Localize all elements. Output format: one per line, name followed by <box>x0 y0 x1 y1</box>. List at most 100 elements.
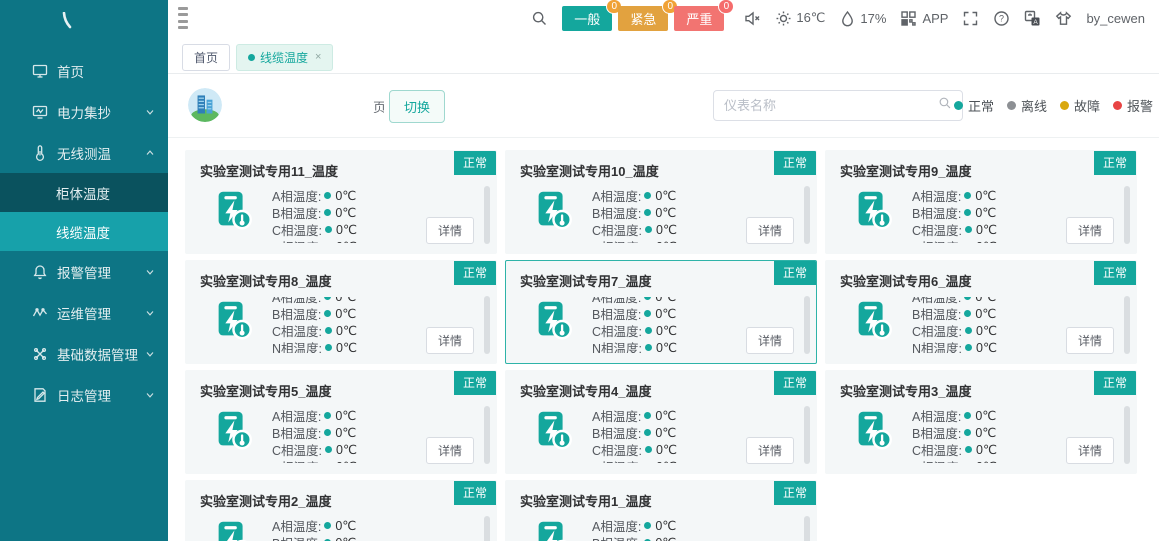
detail-button[interactable]: 详情 <box>746 437 794 464</box>
phase-temperature-line: C相温度:0℃ <box>912 322 997 339</box>
phase-label: N相温度: <box>592 457 642 463</box>
phase-lines-viewport[interactable]: A相温度:0℃B相温度:0℃C相温度:0℃N相温度:0℃ <box>272 187 357 243</box>
device-thermometer-icon <box>210 297 256 343</box>
alert-button-2[interactable]: 严重0 <box>674 6 724 31</box>
collapse-menu-icon[interactable] <box>178 7 190 29</box>
phase-temperature-line: A相温度:0℃ <box>592 187 677 204</box>
device-name: 实验室测试专用6_温度 <box>840 271 1122 290</box>
sidebar-item-2[interactable]: 无线测温 <box>0 132 168 173</box>
phase-status-dot <box>324 310 331 317</box>
card-scrollbar[interactable] <box>804 516 810 541</box>
device-card[interactable]: 实验室测试专用5_温度正常A相温度:0℃B相温度:0℃C相温度:0℃N相温度:0… <box>185 370 497 474</box>
sidebar-item-6[interactable]: 日志管理 <box>0 374 168 415</box>
sidebar-item-3[interactable]: 报警管理 <box>0 251 168 292</box>
device-card[interactable]: 实验室测试专用3_温度正常A相温度:0℃B相温度:0℃C相温度:0℃N相温度:0… <box>825 370 1137 474</box>
translate-icon[interactable]: A <box>1024 10 1041 27</box>
alert-button-1[interactable]: 紧急0 <box>618 6 668 31</box>
sidebar-meter-icon <box>32 104 48 120</box>
detail-button[interactable]: 详情 <box>426 327 474 354</box>
mute-speaker-icon[interactable] <box>744 10 761 27</box>
device-card[interactable]: 实验室测试专用9_温度正常A相温度:0℃B相温度:0℃C相温度:0℃N相温度:0… <box>825 150 1137 254</box>
card-scrollbar[interactable] <box>484 296 490 354</box>
detail-button[interactable]: 详情 <box>746 217 794 244</box>
card-scrollbar[interactable] <box>804 296 810 354</box>
card-scrollbar[interactable] <box>804 186 810 244</box>
cards-grid: 实验室测试专用11_温度正常A相温度:0℃B相温度:0℃C相温度:0℃N相温度:… <box>185 150 1159 541</box>
help-icon[interactable]: ? <box>993 10 1010 27</box>
detail-button[interactable]: 详情 <box>746 327 794 354</box>
detail-button[interactable]: 详情 <box>426 437 474 464</box>
sidebar-subitem-2-0[interactable]: 柜体温度 <box>0 173 168 212</box>
tab-0[interactable]: 首页 <box>182 44 230 71</box>
phase-status-dot <box>325 226 332 233</box>
humidity-indicator: 17% <box>839 10 886 27</box>
detail-button[interactable]: 详情 <box>1066 217 1114 244</box>
device-thermometer-icon <box>850 187 896 233</box>
alert-button-0[interactable]: 一般0 <box>562 6 612 31</box>
detail-button[interactable]: 详情 <box>1066 437 1114 464</box>
device-card[interactable]: 实验室测试专用6_温度正常A相温度:0℃B相温度:0℃C相温度:0℃N相温度:0… <box>825 260 1137 364</box>
device-card[interactable]: 实验室测试专用4_温度正常A相温度:0℃B相温度:0℃C相温度:0℃N相温度:0… <box>505 370 817 474</box>
tab-close-icon[interactable]: × <box>315 52 321 63</box>
phase-value: 0℃ <box>655 297 676 304</box>
sidebar-item-5[interactable]: 基础数据管理 <box>0 333 168 374</box>
detail-button[interactable]: 详情 <box>1066 327 1114 354</box>
meter-search-input[interactable] <box>724 98 938 113</box>
card-scrollbar[interactable] <box>1124 296 1130 354</box>
sidebar-bell-icon <box>32 264 48 280</box>
sidebar-pulse-icon <box>32 305 48 321</box>
fullscreen-icon[interactable] <box>962 10 979 27</box>
input-search-icon[interactable] <box>938 96 952 115</box>
phase-lines-viewport[interactable]: A相温度:0℃B相温度:0℃C相温度:0℃N相温度:0℃ <box>912 297 997 353</box>
switch-station-button[interactable]: 切换 <box>389 90 445 123</box>
phase-lines-viewport[interactable]: A相温度:0℃B相温度:0℃C相温度:0℃N相温度:0℃ <box>272 407 357 463</box>
device-name: 实验室测试专用3_温度 <box>840 381 1122 400</box>
phase-lines-viewport[interactable]: A相温度:0℃B相温度:0℃C相温度:0℃N相温度:0℃ <box>592 407 677 463</box>
chevron-up-icon <box>144 147 156 159</box>
sidebar-item-0[interactable]: 首页 <box>0 50 168 91</box>
phase-temperature-line: N相温度:0℃ <box>272 458 357 463</box>
phase-temperature-line: B相温度:0℃ <box>272 305 357 322</box>
temperature-value: 16℃ <box>796 10 825 26</box>
phase-lines-viewport[interactable]: A相温度:0℃B相温度:0℃C相温度:0℃N相温度:0℃ <box>592 297 677 353</box>
card-scrollbar[interactable] <box>1124 186 1130 244</box>
card-scrollbar[interactable] <box>484 186 490 244</box>
phase-lines-viewport[interactable]: A相温度:0℃B相温度:0℃C相温度:0℃N相温度:0℃ <box>272 297 357 353</box>
phase-lines-viewport[interactable]: A相温度:0℃B相温度:0℃C相温度:0℃N相温度:0℃ <box>272 517 357 541</box>
phase-lines-viewport[interactable]: A相温度:0℃B相温度:0℃C相温度:0℃N相温度:0℃ <box>592 517 677 541</box>
tab-1[interactable]: 线缆温度× <box>236 44 333 71</box>
sidebar-item-4[interactable]: 运维管理 <box>0 292 168 333</box>
app-qr-button[interactable]: APP <box>900 10 948 27</box>
sidebar-item-1[interactable]: 电力集抄 <box>0 91 168 132</box>
phase-value: 0℃ <box>976 459 997 463</box>
username-label[interactable]: by_cewen <box>1086 11 1145 26</box>
phase-temperature-line: C相温度:0℃ <box>272 322 357 339</box>
device-card[interactable]: 实验室测试专用8_温度正常A相温度:0℃B相温度:0℃C相温度:0℃N相温度:0… <box>185 260 497 364</box>
phase-lines-viewport[interactable]: A相温度:0℃B相温度:0℃C相温度:0℃N相温度:0℃ <box>592 187 677 243</box>
device-card[interactable]: 实验室测试专用2_温度正常A相温度:0℃B相温度:0℃C相温度:0℃N相温度:0… <box>185 480 497 541</box>
search-icon[interactable] <box>531 10 548 27</box>
phase-label: N相温度: <box>912 457 962 463</box>
phase-value: 0℃ <box>976 442 997 457</box>
detail-button[interactable]: 详情 <box>426 217 474 244</box>
phase-label: N相温度: <box>912 237 962 243</box>
theme-shirt-icon[interactable] <box>1055 10 1072 27</box>
phase-status-dot <box>324 209 331 216</box>
sidebar-subitem-2-1[interactable]: 线缆温度 <box>0 212 168 251</box>
device-card[interactable]: 实验室测试专用1_温度正常A相温度:0℃B相温度:0℃C相温度:0℃N相温度:0… <box>505 480 817 541</box>
card-scrollbar[interactable] <box>1124 406 1130 464</box>
phase-value: 0℃ <box>335 205 356 220</box>
phase-status-dot <box>324 412 331 419</box>
device-card[interactable]: 实验室测试专用7_温度正常A相温度:0℃B相温度:0℃C相温度:0℃N相温度:0… <box>505 260 817 364</box>
card-scrollbar[interactable] <box>484 516 490 541</box>
status-badge: 正常 <box>774 481 816 505</box>
phase-lines-viewport[interactable]: A相温度:0℃B相温度:0℃C相温度:0℃N相温度:0℃ <box>912 187 997 243</box>
card-scrollbar[interactable] <box>484 406 490 464</box>
card-scrollbar[interactable] <box>804 406 810 464</box>
device-card[interactable]: 实验室测试专用11_温度正常A相温度:0℃B相温度:0℃C相温度:0℃N相温度:… <box>185 150 497 254</box>
station-avatar[interactable] <box>188 88 222 122</box>
app-window: 首页电力集抄无线测温柜体温度线缆温度报警管理运维管理基础数据管理日志管理 一般0… <box>0 0 1159 541</box>
device-card[interactable]: 实验室测试专用10_温度正常A相温度:0℃B相温度:0℃C相温度:0℃N相温度:… <box>505 150 817 254</box>
phase-lines-viewport[interactable]: A相温度:0℃B相温度:0℃C相温度:0℃N相温度:0℃ <box>912 407 997 463</box>
phase-label: N相温度: <box>912 338 962 353</box>
